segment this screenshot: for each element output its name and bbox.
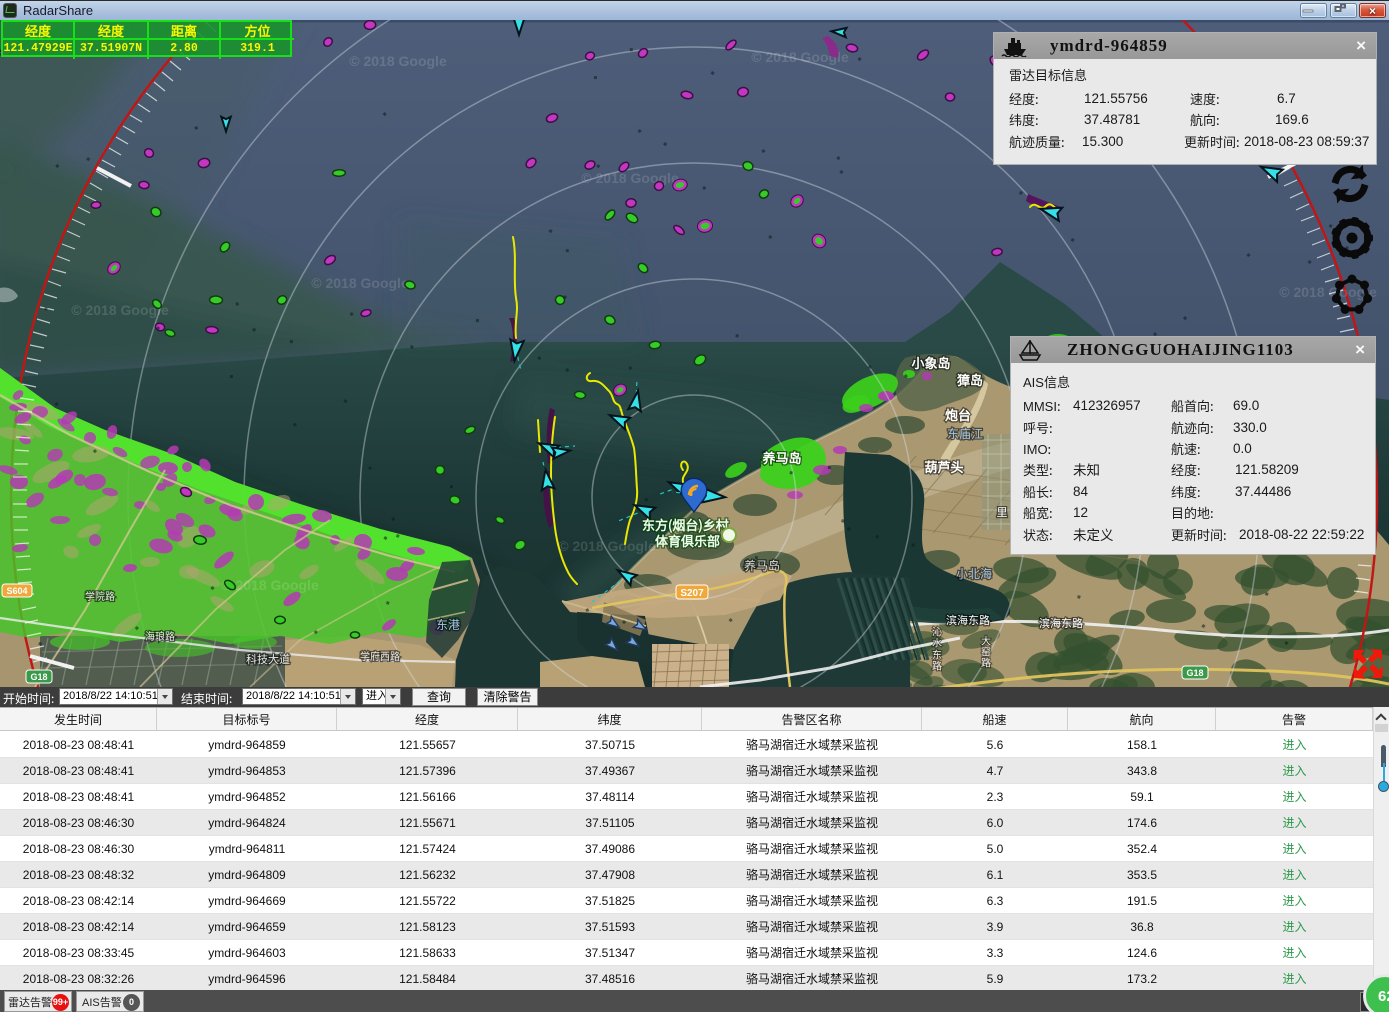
svg-text:体育俱乐部: 体育俱乐部 <box>655 531 720 550</box>
svg-text:小象岛: 小象岛 <box>911 353 950 372</box>
svg-text:滨海东路: 滨海东路 <box>946 612 990 628</box>
svg-text:学府西路: 学府西路 <box>360 648 400 663</box>
svg-text:S207: S207 <box>680 588 704 599</box>
svg-text:G18: G18 <box>1186 668 1203 678</box>
svg-text:炮台: 炮台 <box>945 405 971 424</box>
svg-text:小北海: 小北海 <box>956 565 992 582</box>
svg-text:G18: G18 <box>30 672 47 682</box>
svg-text:养马岛: 养马岛 <box>761 448 801 467</box>
svg-text:沁水东路: 沁水东路 <box>930 626 945 671</box>
svg-text:东庙江: 东庙江 <box>947 425 983 442</box>
svg-text:© 2018 Google: © 2018 Google <box>221 577 319 593</box>
svg-text:滨海东路: 滨海东路 <box>1039 615 1083 631</box>
svg-text:大窑路: 大窑路 <box>979 634 994 668</box>
svg-text:学院路: 学院路 <box>85 588 115 603</box>
svg-text:© 2018 Google: © 2018 Google <box>581 170 679 186</box>
svg-text:© 2018 Google: © 2018 Google <box>558 538 656 554</box>
svg-text:养马岛: 养马岛 <box>744 557 780 574</box>
svg-text:科技大道: 科技大道 <box>246 651 290 667</box>
svg-text:© 2018 Google: © 2018 Google <box>311 275 409 291</box>
svg-text:獐岛: 獐岛 <box>956 370 983 389</box>
svg-text:东港: 东港 <box>436 616 460 633</box>
svg-text:里: 里 <box>997 504 1008 520</box>
svg-text:S604: S604 <box>6 586 27 596</box>
svg-text:葫芦头: 葫芦头 <box>924 457 963 476</box>
svg-text:© 2018 Google: © 2018 Google <box>349 53 447 69</box>
svg-text:海琅路: 海琅路 <box>145 628 175 643</box>
